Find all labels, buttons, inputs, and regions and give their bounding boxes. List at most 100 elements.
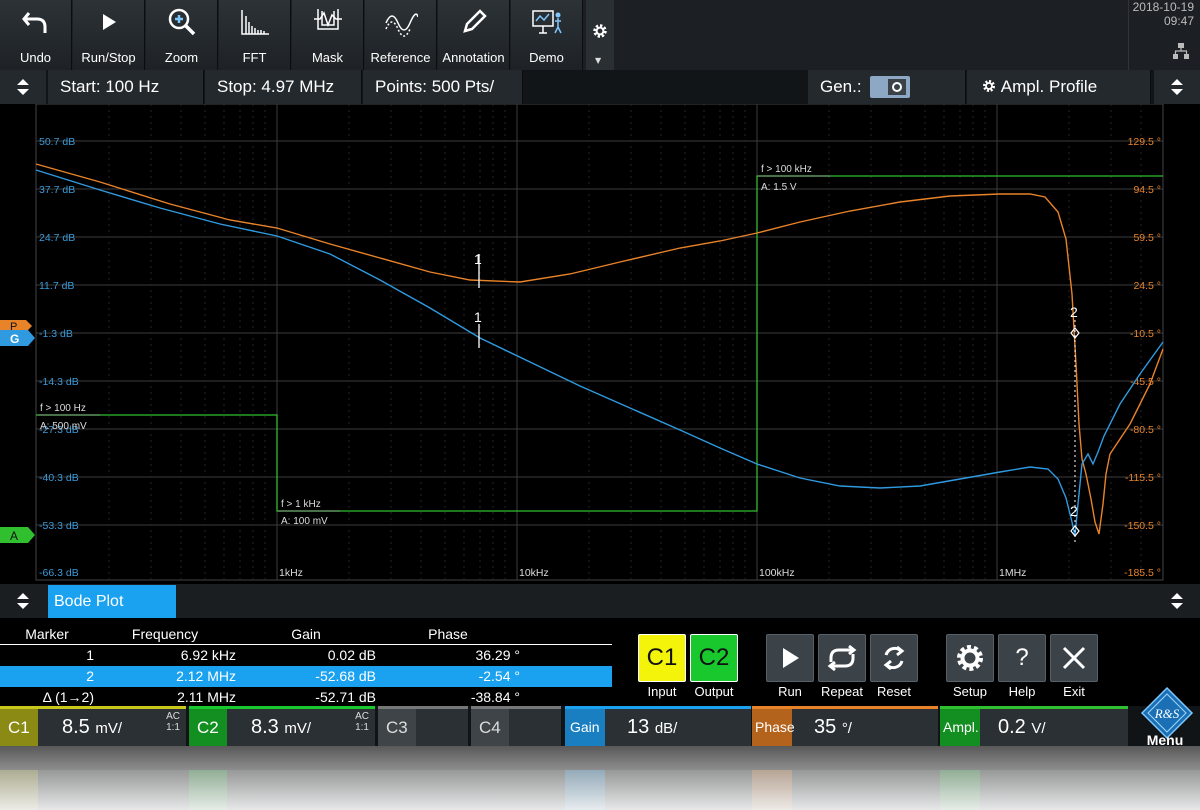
phase-label-0: 129.5 ° [1128,136,1161,148]
c2-ratio: 1:1 [355,722,369,733]
marker-table-header: Marker Frequency Gain Phase [0,624,612,645]
reset-label: Reset [877,684,911,699]
rs-logo-text: R&S [1154,706,1180,721]
channel-c2-value: 8.3 [251,716,279,738]
toolbar-settings-button[interactable]: ▼ [586,0,614,70]
amplitude-scale-value-group: 0.2 V/ [998,709,1046,746]
network-icon [1173,43,1189,59]
run-stop-label: Run/Stop [81,50,136,65]
setup-button[interactable] [946,634,994,682]
points-setting[interactable]: Points: 500 Pts/ [363,70,523,104]
gear-icon [983,80,995,92]
close-icon [1062,646,1086,670]
result-scroll-down[interactable] [1154,584,1200,618]
power-off-icon [892,82,902,92]
demo-label: Demo [529,50,564,65]
generator-label: Gen.: [820,77,862,96]
marker-2-gain-label: 2 [1070,503,1078,519]
table-row[interactable]: 1 6.92 kHz 0.02 dB 36.29 ° [0,645,612,666]
channel-c1-scale: 8.5 mV/ [62,709,122,746]
zoom-icon [168,8,195,36]
amplitude-scale-unit: V/ [1031,720,1046,737]
c2-ac: AC [355,711,369,722]
channel-c2-scale: 8.3 mV/ [251,709,311,746]
phase-scale-unit: °/ [841,720,852,737]
cell-frequency: 2.12 MHz [176,668,236,684]
stop-frequency[interactable]: Stop: 4.97 MHz [205,70,362,104]
undo-label: Undo [19,50,52,65]
gain-axis-tag[interactable]: G [0,330,35,346]
run-stop-button[interactable]: Run/Stop [73,0,145,70]
time-display: 09:47 [1163,14,1194,28]
menu-button[interactable]: R&S Menu [1130,686,1200,748]
fft-button[interactable]: FFT [219,0,291,70]
gain-scale-unit: dB/ [654,720,678,737]
bode-plot-svg: 50.7 dB 37.7 dB 24.7 dB 11.7 dB -1.3 dB … [0,104,1164,581]
start-frequency[interactable]: Start: 100 Hz [48,70,204,104]
gain-label-9: -66.3 dB [39,567,79,579]
gain-label-0: 50.7 dB [39,136,75,148]
help-button[interactable]: ? [998,634,1046,682]
table-row-selected[interactable]: 2 2.12 MHz -52.68 dB -2.54 ° [0,666,612,687]
channel-c2[interactable]: C2 8.3 mV/ AC 1:1 [189,706,375,746]
annotation-button[interactable]: Annotation [438,0,510,70]
channel-c3[interactable]: C3 [378,706,468,746]
phase-label-9: -185.5 ° [1124,567,1161,579]
profile-step-3-amp: A: 1.5 V [761,182,797,193]
phase-scale-value: 35 [814,716,837,738]
phase-label-6: -80.5 ° [1130,424,1161,436]
reference-button[interactable]: Reference [365,0,437,70]
gain-label-1: 37.7 dB [39,184,75,196]
channel-c1-value: 8.5 [62,716,90,738]
question-icon: ? [1015,644,1029,671]
phase-label-7: -115.5 ° [1125,472,1161,484]
repeat-label: Repeat [821,684,863,699]
gain-scale[interactable]: Gain 13 dB/ [565,706,751,746]
updown-arrow-icon [17,593,29,609]
reset-button[interactable] [870,634,918,682]
cell-gain: -52.68 dB [315,668,376,684]
marker-table: Marker Frequency Gain Phase 1 6.92 kHz 0… [0,624,612,708]
cell-gain: -52.71 dB [315,689,376,705]
info-bar-scroll-left[interactable] [0,70,46,104]
info-bar: Start: 100 Hz Stop: 4.97 MHz Points: 500… [0,70,1200,104]
channel-c4[interactable]: C4 [471,706,561,746]
result-tab-row: Bode Plot [0,584,1200,618]
run-button[interactable] [766,634,814,682]
channel-c1[interactable]: C1 8.5 mV/ AC 1:1 [0,706,186,746]
mask-button[interactable]: Mask [292,0,364,70]
chevron-down-icon: ▼ [595,56,602,65]
undo-button[interactable]: Undo [0,0,72,70]
zoom-label: Zoom [164,50,199,65]
updown-arrow-icon [17,79,29,95]
exit-button[interactable] [1050,634,1098,682]
info-bar-scroll-right[interactable] [1154,70,1200,104]
amplitude-scale[interactable]: Ampl. 0.2 V/ [940,706,1128,746]
reference-label: Reference [370,50,431,65]
gain-label-7: -40.3 dB [39,472,79,484]
demo-button[interactable]: Demo [511,0,583,70]
table-row[interactable]: Δ (1→2) 2.11 MHz -52.71 dB -38.84 ° [0,687,612,708]
zoom-button[interactable]: Zoom [146,0,218,70]
tab-bode-plot[interactable]: Bode Plot [48,585,176,618]
marker-1-gain-label: 1 [474,309,482,325]
result-scroll-up[interactable] [0,584,46,618]
gain-label-4: -1.3 dB [39,328,73,340]
repeat-button[interactable] [818,634,866,682]
gain-label-3: 11.7 dB [39,280,74,292]
ampl-profile-button[interactable]: Ampl. Profile [967,70,1151,104]
amplitude-axis-tag[interactable]: A [0,527,35,543]
phase-label-1: 94.5 ° [1133,184,1161,196]
date-display: 2018-10-19 [1132,0,1194,14]
bode-plot-area[interactable]: 50.7 dB 37.7 dB 24.7 dB 11.7 dB -1.3 dB … [0,104,1200,584]
annotation-label: Annotation [442,50,505,65]
channel-c1-coupling: AC 1:1 [166,711,180,733]
generator-toggle[interactable] [870,76,910,98]
input-channel-button[interactable]: C1 [638,634,686,682]
output-channel-button[interactable]: C2 [690,634,738,682]
input-label: Input [647,684,677,699]
marker-2-phase-label: 2 [1070,304,1078,320]
phase-scale-tag: Phase [752,709,795,746]
channel-c2-tag: C2 [189,709,227,746]
phase-scale[interactable]: Phase 35 °/ [752,706,938,746]
